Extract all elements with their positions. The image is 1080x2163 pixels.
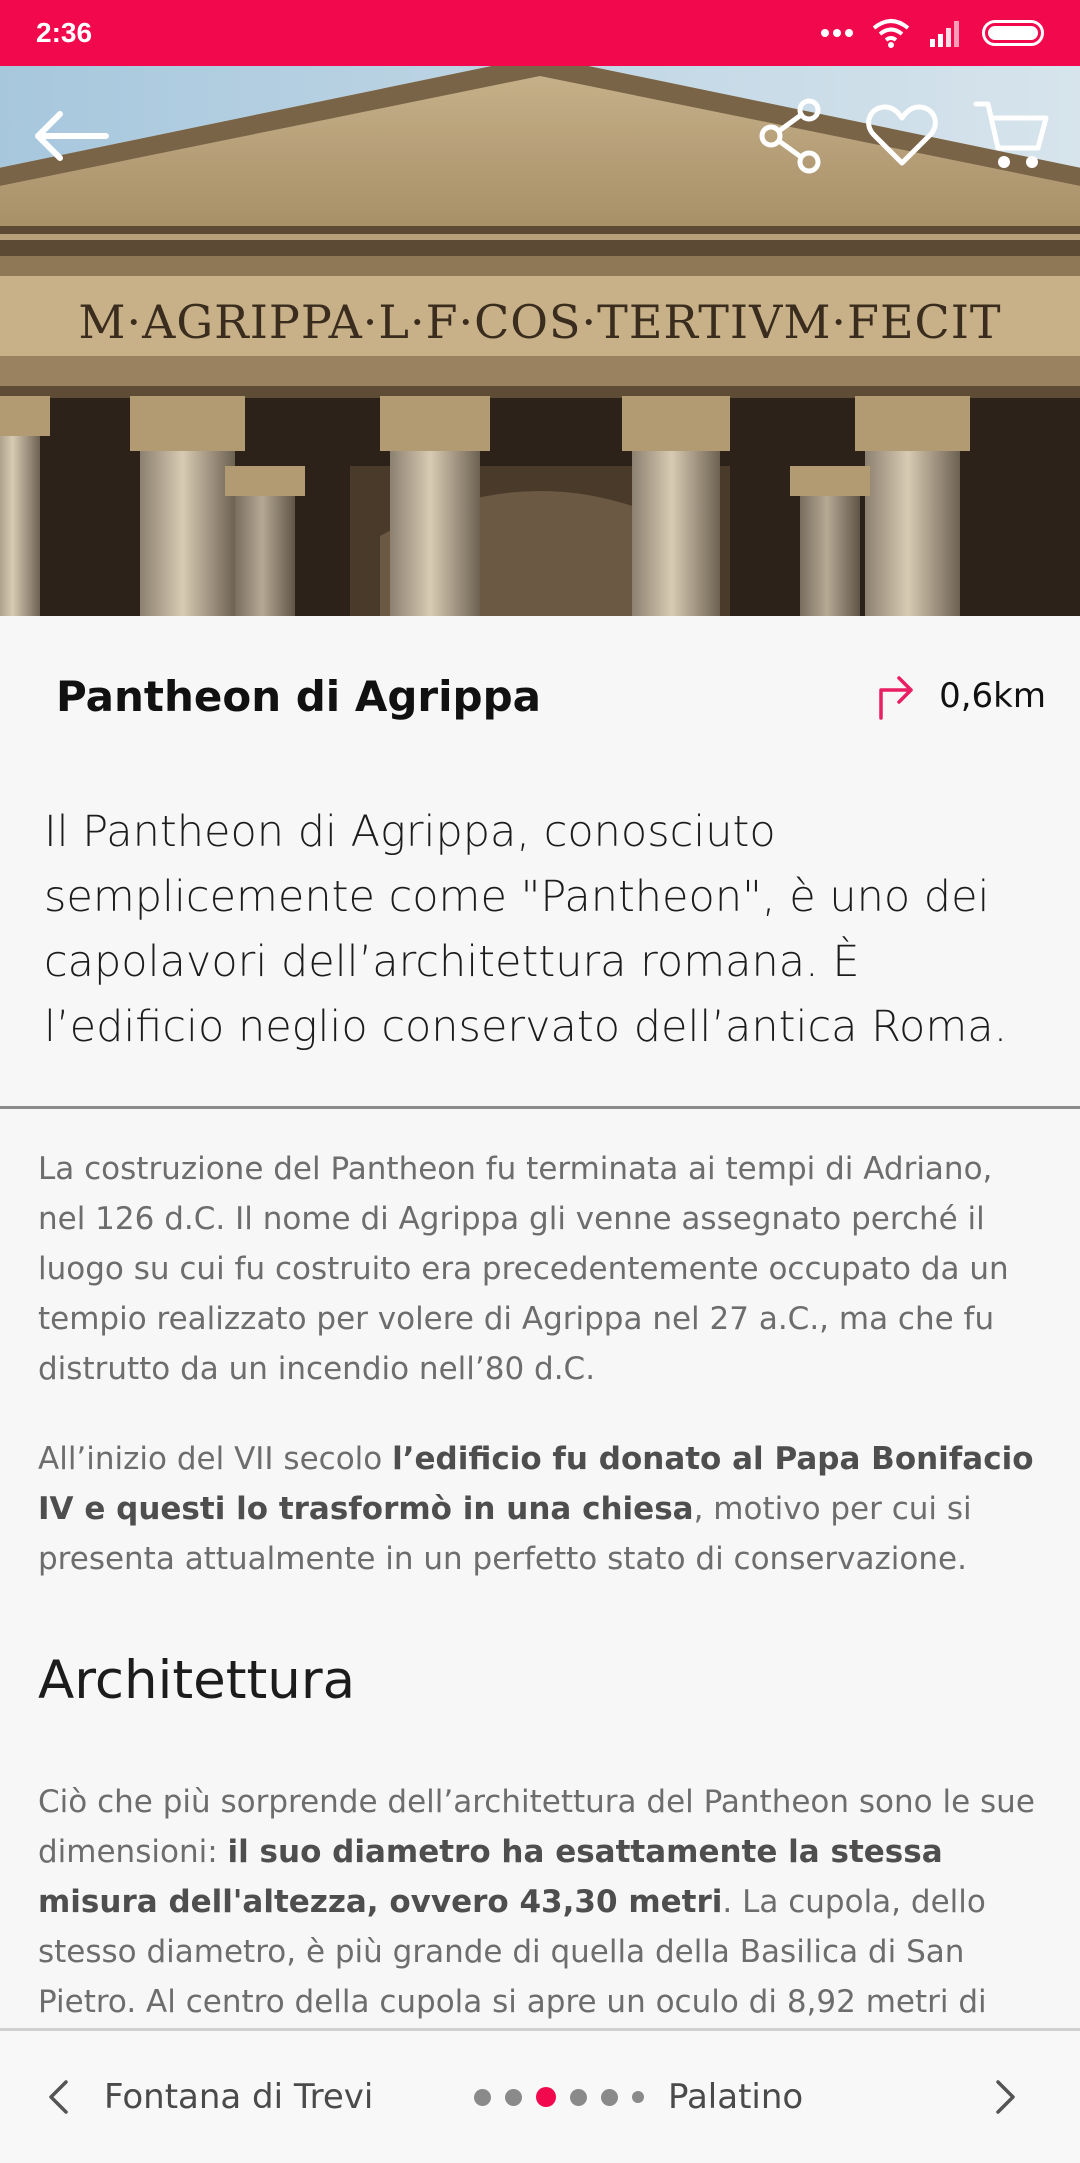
- cart-icon: [973, 101, 1049, 168]
- heart-icon: [866, 104, 938, 166]
- signal-icon: [930, 21, 959, 47]
- more-dots-icon: [821, 29, 853, 37]
- section-heading: Architettura: [38, 1650, 356, 1711]
- chevron-right-icon: [996, 2080, 1015, 2114]
- favorite-button[interactable]: [862, 96, 942, 176]
- page-dot: [505, 2088, 522, 2106]
- distance-indicator[interactable]: 0,6km: [875, 672, 1046, 720]
- page-dot: [632, 2091, 644, 2103]
- status-time: 2:36: [36, 17, 93, 48]
- page-title: Pantheon di Agrippa: [56, 671, 541, 721]
- body-paragraph-2: All’inizio del VII secolo l’edificio fu …: [38, 1441, 1034, 1577]
- chevron-left-icon: [49, 2080, 68, 2114]
- page-dot: [601, 2088, 618, 2106]
- share-button[interactable]: [752, 96, 832, 176]
- battery-icon: [982, 20, 1044, 46]
- next-place-label: Palatino: [668, 2077, 804, 2117]
- intro-text: Il Pantheon di Agrippa, conosciuto sempl…: [44, 807, 1008, 1052]
- hero-actions: [752, 96, 1052, 176]
- page-dot: [570, 2088, 587, 2106]
- next-place-arrow[interactable]: [994, 2031, 1018, 2163]
- distance-value: 0,6km: [939, 676, 1046, 716]
- status-icons: [820, 18, 1044, 48]
- next-place-button[interactable]: Palatino: [668, 2031, 803, 2163]
- back-arrow-icon: [35, 111, 109, 161]
- prev-place-button[interactable]: Fontana di Trevi: [46, 2031, 373, 2163]
- status-bar: 2:36: [0, 0, 1080, 66]
- cart-button[interactable]: [972, 96, 1052, 176]
- share-icon: [759, 98, 821, 174]
- title-row: Pantheon di Agrippa 0,6km: [0, 616, 1080, 776]
- back-button[interactable]: [30, 96, 110, 176]
- prev-place-label: Fontana di Trevi: [104, 2077, 374, 2117]
- wifi-icon: [872, 19, 910, 48]
- page-indicator: [474, 2031, 644, 2163]
- body-paragraph-1: La costruzione del Pantheon fu terminata…: [38, 1151, 1009, 1387]
- hero-inscription: M·AGRIPPA·L·F·COS·TERTIVM·FECIT: [78, 295, 1001, 349]
- directions-arrow-icon: [879, 676, 913, 720]
- bottom-nav: Fontana di Trevi Palatino: [0, 2028, 1080, 2160]
- page-dot: [474, 2088, 491, 2106]
- hero-toolbar: [0, 66, 1080, 216]
- divider: [0, 1106, 1080, 1109]
- page-dot-active: [536, 2087, 556, 2107]
